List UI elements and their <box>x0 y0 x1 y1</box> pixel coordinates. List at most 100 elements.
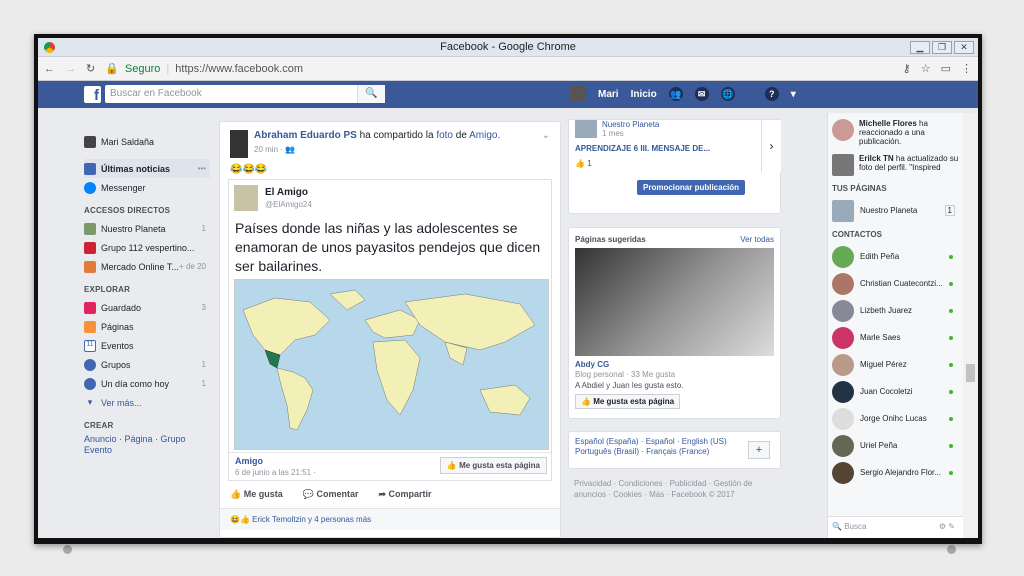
sidebar-item-shortcut[interactable]: Grupo 112 vespertino... <box>84 238 210 257</box>
post-actions: 👍 Me gusta 💬 Comentar ➦ Compartir <box>220 481 560 508</box>
extension-icon[interactable]: ▭ <box>941 62 951 75</box>
page-scrollbar[interactable] <box>963 113 978 538</box>
maximize-button[interactable]: ❐ <box>932 41 952 54</box>
page-name[interactable]: Nuestro Planeta <box>602 120 659 129</box>
page-post-title[interactable]: APRENDIZAJE 6 III. MENSAJE DE... <box>569 138 780 159</box>
sidebar-item-groups[interactable]: Grupos 1 <box>84 355 210 374</box>
like-page-button[interactable]: 👍 Me gusta esta página <box>575 394 681 409</box>
suggested-page-friends: A Abdiel y Juan les gusta esto. <box>575 381 684 390</box>
page-thumbnail[interactable] <box>575 120 597 138</box>
contact-item[interactable]: Miguel Pérez <box>828 351 963 378</box>
lock-icon[interactable]: 🔒 <box>105 62 119 75</box>
page-link[interactable]: Amigo <box>235 456 263 466</box>
shared-post-footer: Amigo 6 de junio a las 21:51 · 👍 Me gust… <box>229 452 551 480</box>
chevron-down-icon: ▾ <box>87 397 93 407</box>
post-date[interactable]: 6 de junio a las 21:51 · <box>235 468 316 477</box>
sidebar-item-shortcut[interactable]: Mercado Online T... + de 20 <box>84 257 210 276</box>
sidebar-item-label: Últimas noticias <box>101 163 171 174</box>
post-author[interactable]: Abraham Eduardo PS <box>254 130 357 141</box>
avatar <box>832 119 854 141</box>
sidebar-item-events[interactable]: 11 Eventos <box>84 336 210 355</box>
more-options-icon[interactable]: ••• <box>198 164 206 173</box>
see-more-link[interactable]: ▾ Ver más... <box>84 393 210 412</box>
friends-icon[interactable]: 👥 <box>668 87 683 101</box>
search-icon[interactable]: 🔍 <box>357 85 385 103</box>
contact-item[interactable]: Lizbeth Juarez <box>828 297 963 324</box>
share-button[interactable]: ➦ Compartir <box>378 489 431 500</box>
star-icon[interactable]: ☆ <box>921 62 931 75</box>
your-page-item[interactable]: Nuestro Planeta 1 <box>828 197 963 224</box>
post-time[interactable]: 20 min · <box>254 145 283 154</box>
contact-item[interactable]: Jorge Onihc Lucas <box>828 405 963 432</box>
sidebar-item-label: Messenger <box>101 182 146 193</box>
comment-button[interactable]: 💬 Comentar <box>303 489 359 500</box>
contact-item[interactable]: Sergio Alejandro Flor... <box>828 459 963 486</box>
close-button[interactable]: ✕ <box>954 41 974 54</box>
photo-link[interactable]: foto <box>436 130 453 141</box>
slide-frame: Facebook - Google Chrome ▁ ❐ ✕ ← → ↻ 🔒 Seg… <box>34 34 982 544</box>
create-links[interactable]: Anuncio · Página · Grupo Evento <box>84 434 210 456</box>
sidebar-item-news[interactable]: Últimas noticias ••• <box>84 159 210 178</box>
url-input[interactable]: https://www.facebook.com <box>175 63 303 75</box>
reload-icon[interactable]: ↻ <box>86 62 95 75</box>
suggested-page-photo[interactable] <box>575 248 774 356</box>
avatar <box>832 353 854 376</box>
sidebar-item-count: + de 20 <box>179 262 206 271</box>
suggested-page-name[interactable]: Abdy CG <box>569 356 780 369</box>
contact-item[interactable]: Edith Peña <box>828 243 963 270</box>
see-all-link[interactable]: Ver todas <box>740 235 774 244</box>
avatar[interactable] <box>230 130 248 158</box>
search-input[interactable]: Buscar en Facebook 🔍 <box>105 85 385 103</box>
globe-icon[interactable]: 🌐 <box>720 87 735 101</box>
contact-item[interactable]: Juan Cocoletzi <box>828 378 963 405</box>
notification-item[interactable]: Erilck TN ha actualizado su foto del per… <box>828 152 963 178</box>
sidebar-item-shortcut[interactable]: Nuestro Planeta 1 <box>84 219 210 238</box>
home-link[interactable]: Inicio <box>631 89 657 100</box>
promote-button[interactable]: Promocionar publicación <box>637 180 746 195</box>
page-count: 1 <box>944 205 955 216</box>
chevron-down-icon[interactable]: ⌄ <box>542 130 550 158</box>
post-of-text: de <box>455 130 467 141</box>
minimize-button[interactable]: ▁ <box>910 41 930 54</box>
help-icon[interactable]: ? <box>764 87 779 101</box>
avatar[interactable] <box>234 185 258 211</box>
notification-item[interactable]: Michelle Flores ha reaccionado a una pub… <box>828 113 963 152</box>
like-button[interactable]: 👍 Me gusta <box>230 489 283 500</box>
avatar[interactable] <box>570 86 586 102</box>
contact-item[interactable]: Marle Saes <box>828 324 963 351</box>
sidebar-item-memories[interactable]: Un día como hoy 1 <box>84 374 210 393</box>
site-footer[interactable]: Privacidad · Condiciones · Publicidad · … <box>568 478 781 500</box>
reactions-summary[interactable]: 😆👍 Erick Temoltzin y 4 personas más <box>220 508 560 530</box>
chevron-right-icon[interactable]: › <box>761 120 781 172</box>
create-event-link[interactable]: Evento <box>84 445 210 456</box>
online-indicator <box>949 281 953 286</box>
world-map-image[interactable] <box>234 279 549 450</box>
chevron-down-icon[interactable]: ▾ <box>791 89 796 100</box>
page-link[interactable]: Amigo. <box>469 130 500 141</box>
shortcuts-heading: ACCESOS DIRECTOS <box>84 206 171 215</box>
messages-icon[interactable]: ✉ <box>694 87 709 101</box>
like-page-button[interactable]: 👍 Me gusta esta página <box>439 457 547 474</box>
sidebar-item-saved[interactable]: Guardado 3 <box>84 298 210 317</box>
contact-item[interactable]: Uriel Peña <box>828 432 963 459</box>
back-icon[interactable]: ← <box>44 63 55 75</box>
post-text: Países donde las niñas y las adolescente… <box>235 220 541 274</box>
sidebar-profile[interactable]: Mari Saldaña <box>84 132 210 151</box>
scrollbar-thumb[interactable] <box>966 364 975 382</box>
post-action-text: ha compartido la <box>359 130 434 141</box>
sidebar-item-messenger[interactable]: Messenger <box>84 178 210 197</box>
create-links-text[interactable]: Anuncio · Página · Grupo <box>84 434 210 445</box>
sidebar-item-pages[interactable]: Páginas <box>84 317 210 336</box>
contact-item[interactable]: Christian Cuatecontzi... <box>828 270 963 297</box>
notification-name: Michelle Flores <box>859 119 917 128</box>
facebook-logo-icon[interactable]: f <box>84 86 101 104</box>
menu-icon[interactable]: ⋮ <box>961 62 972 75</box>
secure-label: Seguro <box>124 62 161 75</box>
settings-icon[interactable]: ⚙ ✎ <box>939 522 955 531</box>
add-language-button[interactable]: + <box>748 441 770 459</box>
shared-page-name[interactable]: El Amigo <box>265 187 308 198</box>
profile-link[interactable]: Mari <box>598 89 619 100</box>
chat-search-input[interactable]: 🔍 Busca ⚙ ✎ <box>828 516 963 538</box>
key-icon[interactable]: ⚷ <box>903 62 911 75</box>
forward-icon[interactable]: → <box>65 63 76 75</box>
